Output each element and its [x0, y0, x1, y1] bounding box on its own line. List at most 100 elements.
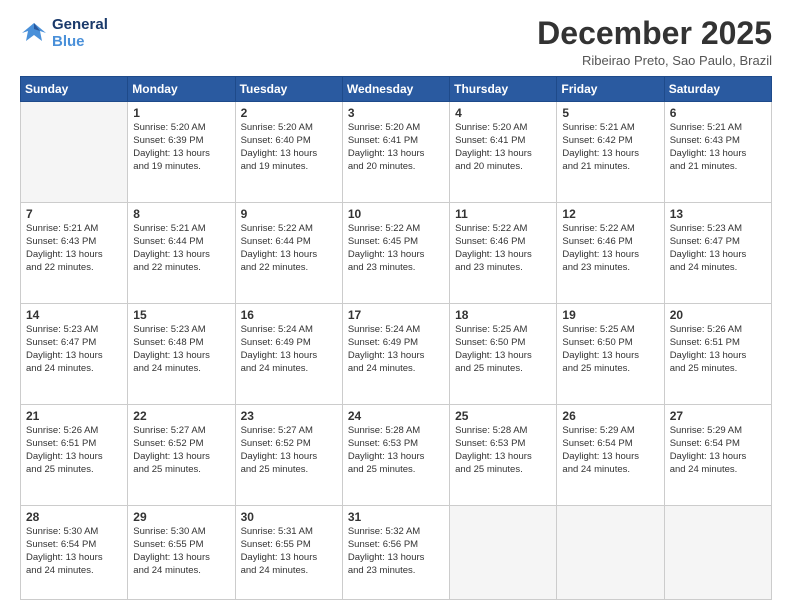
day-number: 31: [348, 510, 444, 524]
day-number: 29: [133, 510, 229, 524]
calendar-cell: 8Sunrise: 5:21 AM Sunset: 6:44 PM Daylig…: [128, 203, 235, 304]
month-title: December 2025: [537, 16, 772, 51]
day-info: Sunrise: 5:24 AM Sunset: 6:49 PM Dayligh…: [241, 324, 337, 375]
calendar-cell: 12 Sunrise: 5:22 AM Sunset: 6:46 PM Dayli…: [557, 203, 664, 304]
day-info: Sunrise: 5:26 AM Sunset: 6:51 PM Dayligh…: [26, 425, 122, 476]
calendar-cell: 20Sunrise: 5:26 AM Sunset: 6:51 PM Dayli…: [664, 304, 771, 405]
calendar-cell: 29Sunrise: 5:30 AM Sunset: 6:55 PM Dayli…: [128, 506, 235, 600]
calendar-cell: 24 Sunrise: 5:28 AM Sunset: 6:53 PM Dayli…: [342, 405, 449, 506]
day-info: Sunrise: 5:29 AM Sunset: 6:54 PM Dayligh…: [670, 425, 766, 476]
day-number: 6: [670, 106, 766, 120]
calendar-cell: 30 Sunrise: 5:31 AM Sunset: 6:55 PM Dayli…: [235, 506, 342, 600]
calendar-cell: 21 Sunrise: 5:26 AM Sunset: 6:51 PM Dayli…: [21, 405, 128, 506]
day-info: Sunrise: 5:24 AM Sunset: 6:49 PM Dayligh…: [348, 324, 444, 375]
calendar-cell: 23Sunrise: 5:27 AM Sunset: 6:52 PM Dayli…: [235, 405, 342, 506]
day-info: Sunrise: 5:23 AM Sunset: 6:47 PM Dayligh…: [670, 223, 766, 274]
calendar-cell: [664, 506, 771, 600]
day-number: 3: [348, 106, 444, 120]
day-info: Sunrise: 5:23 AM Sunset: 6:48 PM Dayligh…: [133, 324, 229, 375]
day-info: Sunrise: 5:20 AM Sunset: 6:41 PM Dayligh…: [348, 122, 444, 173]
calendar-cell: [21, 102, 128, 203]
day-number: 23: [241, 409, 337, 423]
weekday-header-tuesday: Tuesday: [235, 77, 342, 102]
weekday-header-row: SundayMondayTuesdayWednesdayThursdayFrid…: [21, 77, 772, 102]
calendar-cell: 1 Sunrise: 5:20 AM Sunset: 6:39 PM Daylig…: [128, 102, 235, 203]
calendar-cell: 13 Sunrise: 5:23 AM Sunset: 6:47 PM Dayli…: [664, 203, 771, 304]
calendar-cell: 25Sunrise: 5:28 AM Sunset: 6:53 PM Dayli…: [450, 405, 557, 506]
calendar-cell: 9 Sunrise: 5:22 AM Sunset: 6:44 PM Daylig…: [235, 203, 342, 304]
day-number: 14: [26, 308, 122, 322]
calendar-cell: 16 Sunrise: 5:24 AM Sunset: 6:49 PM Dayli…: [235, 304, 342, 405]
day-number: 24: [348, 409, 444, 423]
day-number: 26: [562, 409, 658, 423]
calendar-week-4: 21 Sunrise: 5:26 AM Sunset: 6:51 PM Dayli…: [21, 405, 772, 506]
day-info: Sunrise: 5:21 AM Sunset: 6:42 PM Dayligh…: [562, 122, 658, 173]
title-section: December 2025 Ribeirao Preto, Sao Paulo,…: [537, 16, 772, 68]
calendar-table: SundayMondayTuesdayWednesdayThursdayFrid…: [20, 76, 772, 600]
page: General Blue December 2025 Ribeirao Pret…: [0, 0, 792, 612]
day-info: Sunrise: 5:28 AM Sunset: 6:53 PM Dayligh…: [348, 425, 444, 476]
day-info: Sunrise: 5:22 AM Sunset: 6:46 PM Dayligh…: [562, 223, 658, 274]
calendar-cell: 3 Sunrise: 5:20 AM Sunset: 6:41 PM Daylig…: [342, 102, 449, 203]
calendar-cell: [450, 506, 557, 600]
weekday-header-wednesday: Wednesday: [342, 77, 449, 102]
logo-icon: [20, 19, 48, 47]
day-number: 9: [241, 207, 337, 221]
day-number: 17: [348, 308, 444, 322]
location: Ribeirao Preto, Sao Paulo, Brazil: [537, 53, 772, 68]
day-number: 11: [455, 207, 551, 221]
calendar-cell: 22 Sunrise: 5:27 AM Sunset: 6:52 PM Dayli…: [128, 405, 235, 506]
calendar-cell: 19 Sunrise: 5:25 AM Sunset: 6:50 PM Dayli…: [557, 304, 664, 405]
day-info: Sunrise: 5:25 AM Sunset: 6:50 PM Dayligh…: [562, 324, 658, 375]
day-number: 27: [670, 409, 766, 423]
day-info: Sunrise: 5:23 AM Sunset: 6:47 PM Dayligh…: [26, 324, 122, 375]
day-info: Sunrise: 5:21 AM Sunset: 6:43 PM Dayligh…: [26, 223, 122, 274]
calendar-cell: 4Sunrise: 5:20 AM Sunset: 6:41 PM Daylig…: [450, 102, 557, 203]
day-info: Sunrise: 5:25 AM Sunset: 6:50 PM Dayligh…: [455, 324, 551, 375]
calendar-cell: 31Sunrise: 5:32 AM Sunset: 6:56 PM Dayli…: [342, 506, 449, 600]
calendar-cell: 6 Sunrise: 5:21 AM Sunset: 6:43 PM Daylig…: [664, 102, 771, 203]
day-number: 1: [133, 106, 229, 120]
weekday-header-saturday: Saturday: [664, 77, 771, 102]
day-number: 10: [348, 207, 444, 221]
logo-text: General Blue: [52, 16, 108, 51]
calendar-cell: 28Sunrise: 5:30 AM Sunset: 6:54 PM Dayli…: [21, 506, 128, 600]
day-info: Sunrise: 5:29 AM Sunset: 6:54 PM Dayligh…: [562, 425, 658, 476]
day-number: 30: [241, 510, 337, 524]
day-info: Sunrise: 5:22 AM Sunset: 6:45 PM Dayligh…: [348, 223, 444, 274]
day-info: Sunrise: 5:20 AM Sunset: 6:39 PM Dayligh…: [133, 122, 229, 173]
calendar-week-2: 7 Sunrise: 5:21 AM Sunset: 6:43 PM Daylig…: [21, 203, 772, 304]
calendar-cell: 18 Sunrise: 5:25 AM Sunset: 6:50 PM Dayli…: [450, 304, 557, 405]
day-number: 15: [133, 308, 229, 322]
calendar-cell: 14 Sunrise: 5:23 AM Sunset: 6:47 PM Dayli…: [21, 304, 128, 405]
day-number: 7: [26, 207, 122, 221]
day-number: 19: [562, 308, 658, 322]
calendar-cell: 17 Sunrise: 5:24 AM Sunset: 6:49 PM Dayli…: [342, 304, 449, 405]
day-number: 12: [562, 207, 658, 221]
calendar-cell: 26 Sunrise: 5:29 AM Sunset: 6:54 PM Dayli…: [557, 405, 664, 506]
day-number: 5: [562, 106, 658, 120]
day-number: 16: [241, 308, 337, 322]
day-info: Sunrise: 5:27 AM Sunset: 6:52 PM Dayligh…: [133, 425, 229, 476]
day-info: Sunrise: 5:20 AM Sunset: 6:40 PM Dayligh…: [241, 122, 337, 173]
day-info: Sunrise: 5:20 AM Sunset: 6:41 PM Dayligh…: [455, 122, 551, 173]
calendar-cell: 11Sunrise: 5:22 AM Sunset: 6:46 PM Dayli…: [450, 203, 557, 304]
day-info: Sunrise: 5:30 AM Sunset: 6:54 PM Dayligh…: [26, 526, 122, 577]
calendar-cell: 15 Sunrise: 5:23 AM Sunset: 6:48 PM Dayli…: [128, 304, 235, 405]
weekday-header-friday: Friday: [557, 77, 664, 102]
day-info: Sunrise: 5:21 AM Sunset: 6:44 PM Dayligh…: [133, 223, 229, 274]
day-number: 13: [670, 207, 766, 221]
calendar-week-3: 14 Sunrise: 5:23 AM Sunset: 6:47 PM Dayli…: [21, 304, 772, 405]
day-info: Sunrise: 5:21 AM Sunset: 6:43 PM Dayligh…: [670, 122, 766, 173]
day-info: Sunrise: 5:31 AM Sunset: 6:55 PM Dayligh…: [241, 526, 337, 577]
day-info: Sunrise: 5:22 AM Sunset: 6:44 PM Dayligh…: [241, 223, 337, 274]
day-info: Sunrise: 5:28 AM Sunset: 6:53 PM Dayligh…: [455, 425, 551, 476]
calendar-cell: 5 Sunrise: 5:21 AM Sunset: 6:42 PM Daylig…: [557, 102, 664, 203]
day-number: 22: [133, 409, 229, 423]
calendar-cell: 27 Sunrise: 5:29 AM Sunset: 6:54 PM Dayli…: [664, 405, 771, 506]
weekday-header-thursday: Thursday: [450, 77, 557, 102]
calendar-week-1: 1 Sunrise: 5:20 AM Sunset: 6:39 PM Daylig…: [21, 102, 772, 203]
day-number: 18: [455, 308, 551, 322]
weekday-header-sunday: Sunday: [21, 77, 128, 102]
day-number: 21: [26, 409, 122, 423]
